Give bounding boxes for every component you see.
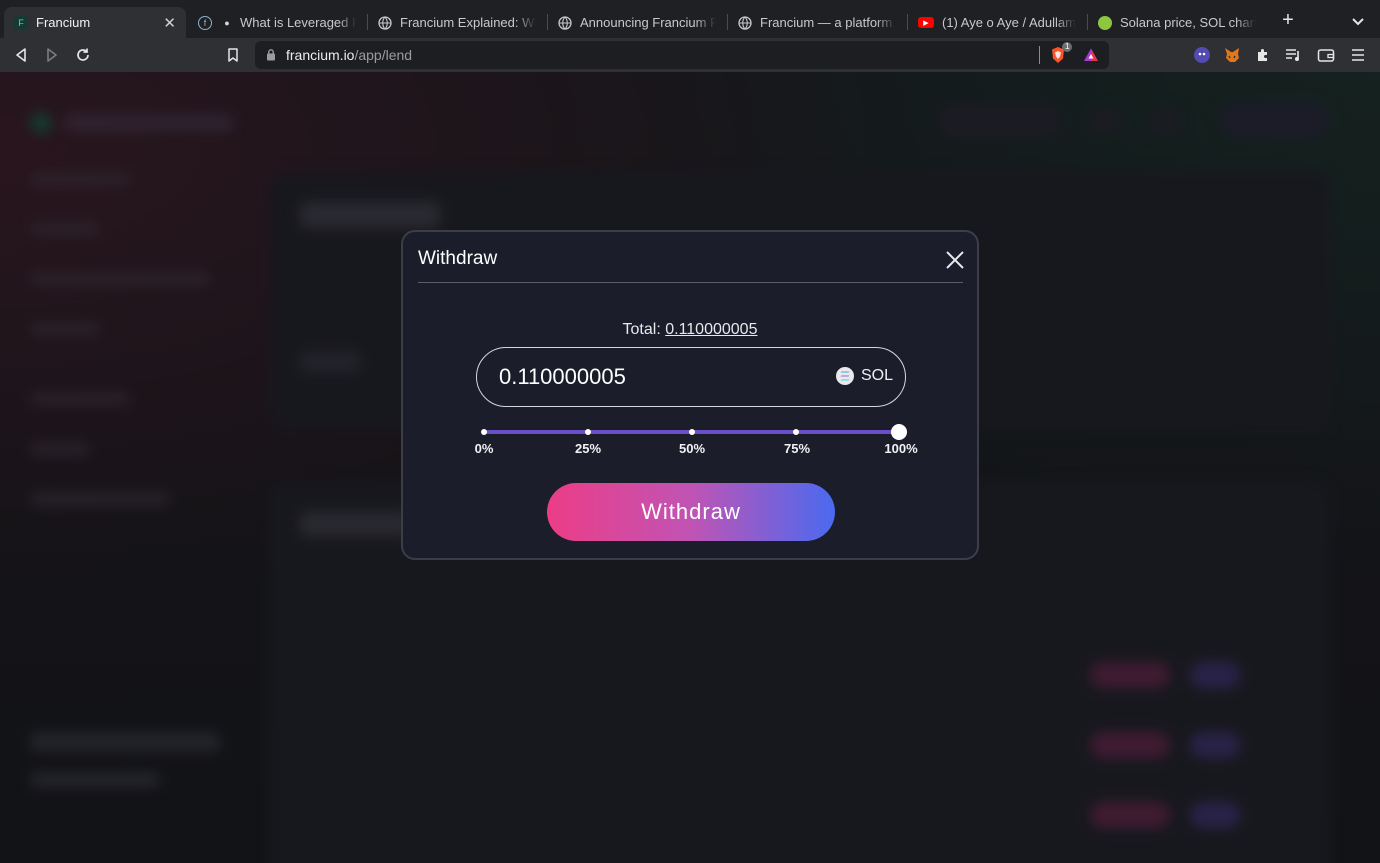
- reload-icon: [77, 48, 89, 61]
- tab-strip: F Francium ✕ f ● What is Leveraged Farm …: [0, 0, 1380, 38]
- token-symbol: SOL: [860, 367, 893, 384]
- forward-arrow-icon: [47, 48, 57, 62]
- playlist-icon: [1286, 49, 1299, 61]
- metamask-button[interactable]: [1220, 43, 1244, 67]
- francium-icon: F: [14, 15, 28, 30]
- shield-count-badge: 1: [1062, 42, 1073, 52]
- coingecko-icon: [1098, 15, 1112, 30]
- slider-label-100[interactable]: 100%: [876, 441, 926, 456]
- tab-label: Francium Explained: What: [400, 15, 536, 30]
- percent-slider[interactable]: 0% 25% 50% 75% 100%: [475, 424, 918, 456]
- youtube-icon: ▶: [918, 17, 934, 28]
- bulb-icon: ●: [224, 17, 230, 28]
- total-label: Total:: [622, 321, 661, 338]
- amount-input[interactable]: [499, 362, 819, 392]
- amount-field: SOL: [476, 347, 906, 407]
- total-value-link[interactable]: 0.110000005: [665, 321, 757, 338]
- playlist-button[interactable]: [1282, 43, 1306, 67]
- slider-label-75[interactable]: 75%: [772, 441, 822, 456]
- brave-rewards-icon[interactable]: [1083, 47, 1099, 63]
- slider-mark-75[interactable]: [793, 429, 799, 435]
- wallet-button[interactable]: [1314, 43, 1338, 67]
- tab-leveraged-farm[interactable]: f ● What is Leveraged Farm: [188, 7, 366, 38]
- tab-label: (1) Aye o Aye / Adullam - Y: [942, 15, 1076, 30]
- tab-label: Announcing Francium Prot: [580, 15, 716, 30]
- globe-icon: [378, 15, 392, 30]
- solana-icon: [835, 367, 854, 385]
- lock-icon: [267, 49, 275, 61]
- chevron-down-icon: [1352, 18, 1364, 26]
- tab-youtube[interactable]: ▶ (1) Aye o Aye / Adullam - Y: [908, 7, 1086, 38]
- tab-label: Francium — a platform pro: [760, 15, 896, 30]
- withdraw-modal: Withdraw Total: 0.110000005 SOL 0% 25% 5…: [401, 230, 979, 560]
- metamask-fox-icon: [1225, 48, 1239, 62]
- tab-francium-platform[interactable]: Francium — a platform pro: [728, 7, 906, 38]
- francium-icon: f: [198, 15, 212, 30]
- tab-solana-price[interactable]: Solana price, SOL chart, ar: [1088, 7, 1266, 38]
- wallet-icon: [1317, 49, 1335, 62]
- slider-label-25[interactable]: 25%: [563, 441, 613, 456]
- tab-label: What is Leveraged Farm: [240, 15, 356, 30]
- extension-button[interactable]: [1190, 43, 1214, 67]
- slider-label-0[interactable]: 0%: [459, 441, 509, 456]
- close-icon: [946, 251, 964, 269]
- back-arrow-icon: [16, 48, 26, 62]
- address-url: francium.io/app/lend: [286, 47, 412, 63]
- globe-icon: [738, 15, 752, 30]
- address-bar[interactable]: francium.io/app/lend 1: [255, 41, 1109, 69]
- slider-mark-25[interactable]: [585, 429, 591, 435]
- url-path: /app/lend: [354, 47, 413, 63]
- tab-announcing-francium[interactable]: Announcing Francium Prot: [548, 7, 726, 38]
- close-button[interactable]: [943, 248, 967, 272]
- modal-title: Withdraw: [418, 248, 498, 269]
- bookmark-icon: [228, 48, 238, 62]
- bookmark-button[interactable]: [221, 43, 245, 67]
- token-selector: SOL: [835, 367, 893, 385]
- slider-mark-0[interactable]: [481, 429, 487, 435]
- tab-francium[interactable]: F Francium ✕: [4, 7, 186, 38]
- hamburger-menu-icon: [1352, 49, 1364, 61]
- tab-francium-explained[interactable]: Francium Explained: What: [368, 7, 546, 38]
- close-icon[interactable]: ✕: [163, 14, 176, 32]
- tab-label: Francium: [36, 15, 91, 30]
- tab-label: Solana price, SOL chart, ar: [1120, 15, 1256, 30]
- total-balance: Total: 0.110000005: [403, 321, 977, 339]
- browser-toolbar: francium.io/app/lend 1: [0, 38, 1380, 72]
- phantom-extension-icon: [1194, 47, 1210, 63]
- reload-button[interactable]: [71, 43, 95, 67]
- modal-divider: [418, 282, 963, 283]
- slider-label-50[interactable]: 50%: [667, 441, 717, 456]
- new-tab-button[interactable]: +: [1276, 8, 1300, 32]
- withdraw-button[interactable]: Withdraw: [547, 483, 835, 541]
- url-host: francium.io: [286, 47, 355, 63]
- puzzle-icon: [1258, 49, 1267, 61]
- globe-icon: [558, 15, 572, 30]
- menu-button[interactable]: [1346, 43, 1370, 67]
- back-button[interactable]: [9, 43, 33, 67]
- tab-search-button[interactable]: [1346, 9, 1370, 33]
- extensions-button[interactable]: [1251, 43, 1275, 67]
- slider-mark-50[interactable]: [689, 429, 695, 435]
- slider-thumb[interactable]: [891, 424, 907, 440]
- forward-button[interactable]: [40, 43, 64, 67]
